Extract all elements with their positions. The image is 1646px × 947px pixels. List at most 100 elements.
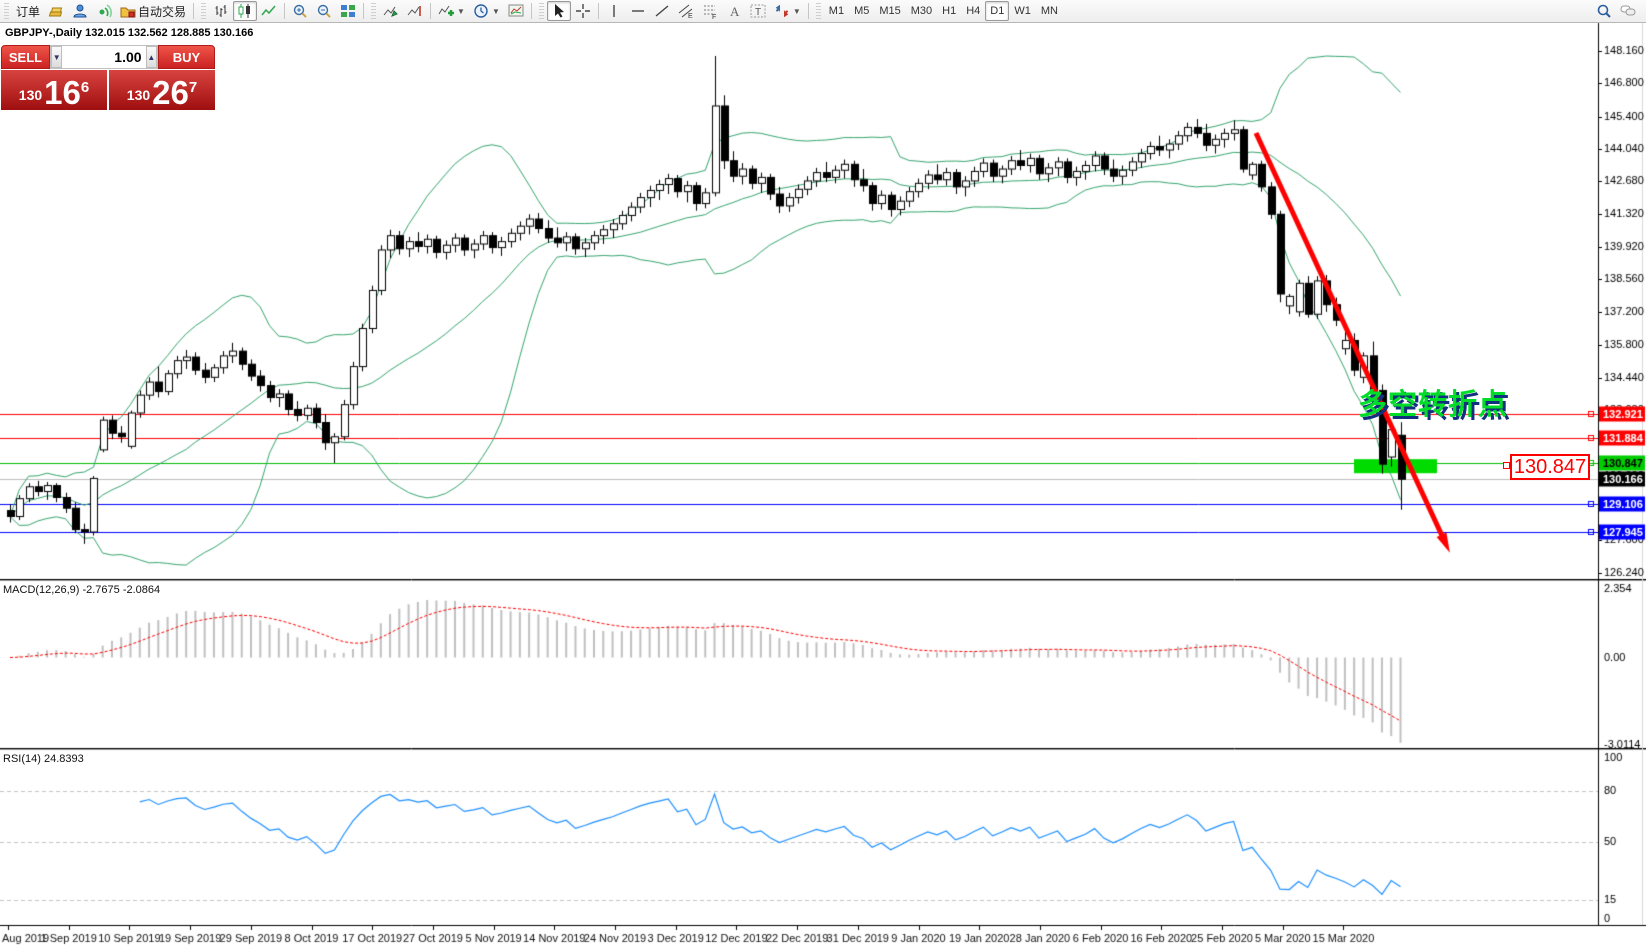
tf-mn-button[interactable]: MN [1036,1,1063,21]
tf-m15-button[interactable]: M15 [874,1,905,21]
toolbar-separator [430,3,431,19]
bar-chart-icon [213,3,229,19]
search-icon [1596,3,1612,19]
vertical-line-icon [606,3,622,19]
crosshair-button[interactable] [571,1,595,21]
chat-button[interactable] [1616,1,1640,21]
chevron-down-icon: ▼ [457,7,465,16]
arrows-button[interactable]: ▼ [770,1,805,21]
volume-box: ▼ ▲ [50,45,158,69]
templates-button[interactable] [504,1,528,21]
chart-title: GBPJPY-,Daily 132.015 132.562 128.885 13… [5,27,253,39]
chevron-down-icon: ▼ [793,7,801,16]
macd-indicator-label: MACD(12,26,9) -2.7675 -2.0864 [3,584,160,596]
candlestick-icon [237,3,253,19]
community-button[interactable] [68,1,92,21]
indicators-button[interactable]: ▼ [434,1,469,21]
tf-d1-button[interactable]: D1 [985,1,1009,21]
toolbar: 订单 自动交易 ▼ ▼ E F A T ▼ M1 [0,0,1646,23]
periods-button[interactable]: ▼ [469,1,504,21]
chart-shift-icon [407,3,423,19]
svg-text:E: E [688,13,693,19]
search-button[interactable] [1592,1,1616,21]
tf-h4-button[interactable]: H4 [961,1,985,21]
zoom-out-icon [316,3,332,19]
horizontal-line-icon [630,3,646,19]
svg-text:A: A [730,4,740,19]
toolbar-separator [363,3,364,19]
toolbar-separator [808,3,809,19]
template-icon [508,3,524,19]
auto-scroll-button[interactable] [379,1,403,21]
toolbar-grip [4,3,9,19]
chat-icon [1620,3,1636,19]
autotrading-icon [120,3,136,19]
mt4-window: 订单 自动交易 ▼ ▼ E F A T ▼ M1 [0,0,1646,947]
clock-icon [473,3,489,19]
tf-m30-button[interactable]: M30 [906,1,937,21]
chart-shift-button[interactable] [403,1,427,21]
bar-chart-button[interactable] [209,1,233,21]
cursor-icon [551,3,567,19]
line-chart-button[interactable] [257,1,281,21]
text-button[interactable]: A [722,1,746,21]
line-chart-icon [261,3,277,19]
sell-price-prefix: 130 [19,82,42,108]
channel-icon: E [678,3,694,19]
candlestick-chart-button[interactable] [233,1,257,21]
svg-text:T: T [755,7,761,18]
arrows-icon [774,3,790,19]
person-icon [72,3,88,19]
add-indicator-icon [438,3,454,19]
volume-increase-button[interactable]: ▲ [146,46,157,68]
tf-m5-button[interactable]: M5 [849,1,874,21]
svg-text:F: F [712,14,716,19]
buy-price-sup: 7 [189,68,197,108]
charts-button[interactable] [44,1,68,21]
toolbar-grip [201,3,206,19]
buy-button[interactable]: BUY [158,45,215,69]
zoom-in-icon [292,3,308,19]
volume-input[interactable] [62,48,145,66]
volume-decrease-button[interactable]: ▼ [51,46,62,68]
tile-windows-button[interactable] [336,1,360,21]
turning-point-annotation: 多空转折点 [1358,381,1508,423]
tf-h1-button[interactable]: H1 [937,1,961,21]
new-order-button[interactable]: 订单 [12,1,44,21]
chart-canvas[interactable] [0,0,1646,947]
equidistant-channel-button[interactable]: E [674,1,698,21]
toolbar-separator [193,3,194,19]
price-callout-label: 130.847 [1510,454,1590,480]
signals-button[interactable] [92,1,116,21]
buy-price-display[interactable]: 130267 [109,70,215,110]
toolbar-grip [539,3,544,19]
tf-m1-button[interactable]: M1 [824,1,849,21]
sell-price-sup: 6 [81,68,89,108]
trendline-button[interactable] [650,1,674,21]
autotrading-label: 自动交易 [138,3,186,20]
cursor-button[interactable] [547,1,571,21]
horizontal-line-button[interactable] [626,1,650,21]
text-label-button[interactable]: T [746,1,770,21]
sell-price-big: 16 [44,78,81,108]
text-icon: A [726,3,742,19]
zoom-out-button[interactable] [312,1,336,21]
toolbar-separator [284,3,285,19]
toolbar-separator [598,3,599,19]
sell-price-display[interactable]: 130166 [1,70,107,110]
sell-button[interactable]: SELL [1,45,50,69]
zoom-in-button[interactable] [288,1,312,21]
callout-anchor-square [1503,462,1510,469]
vertical-line-button[interactable] [602,1,626,21]
one-click-trading-panel: SELL ▼ ▲ BUY 130166 130267 [1,45,215,110]
buy-price-prefix: 130 [127,82,150,108]
crosshair-icon [575,3,591,19]
tile-windows-icon [340,3,356,19]
trendline-icon [654,3,670,19]
autotrading-button[interactable]: 自动交易 [116,1,190,21]
buy-price-big: 26 [152,78,189,108]
tf-w1-button[interactable]: W1 [1009,1,1036,21]
toolbar-separator [531,3,532,19]
fibonacci-button[interactable]: F [698,1,722,21]
gold-bars-icon [48,3,64,19]
